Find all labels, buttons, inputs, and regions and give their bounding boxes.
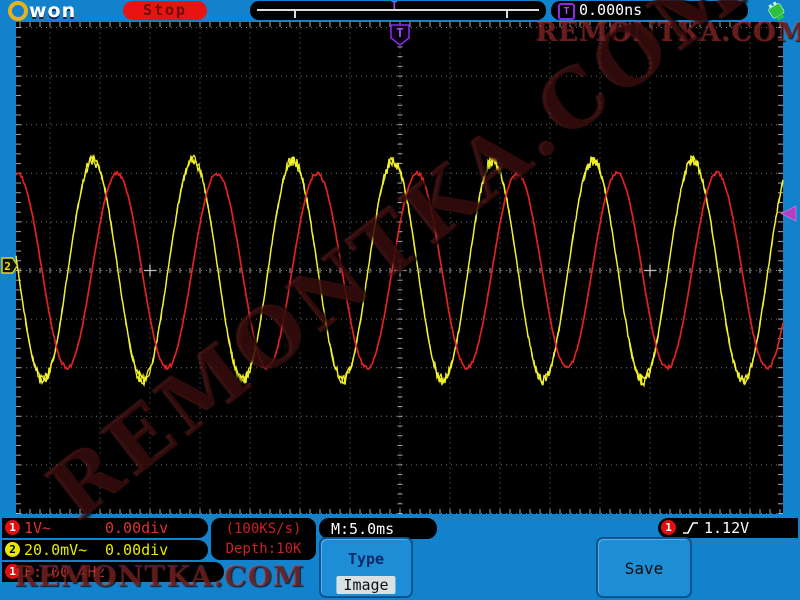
ch1-position: 0.00div <box>105 519 169 537</box>
frequency-value: F:100.4Hz <box>24 563 106 581</box>
ruler-trigger-marker: T <box>391 0 398 12</box>
top-status-bar: won Stop T T 0.000ns <box>0 0 800 22</box>
ch2-scale: 20.0mV~ <box>24 541 88 559</box>
freq-source-badge: 1 <box>5 564 20 579</box>
svg-text:2: 2 <box>4 260 11 273</box>
trigger-source-badge: 1 <box>661 520 676 535</box>
acquisition-status-stop[interactable]: Stop <box>123 1 207 20</box>
save-button[interactable]: Save <box>597 538 691 597</box>
trigger-time-value: 0.000ns <box>579 1 643 19</box>
trigger-icon: T <box>558 3 575 20</box>
frequency-readout: 1 F:100.4Hz <box>2 562 224 582</box>
sampling-readout: (100KS/s) Depth:10K <box>211 518 316 560</box>
rising-edge-icon <box>683 522 698 534</box>
ch2-badge: 2 <box>5 542 20 557</box>
type-menu-button[interactable]: Type Image <box>320 538 412 597</box>
ch2-position: 0.00div <box>105 541 169 559</box>
trigger-position-ruler: T <box>250 0 546 20</box>
save-label: Save <box>624 559 664 578</box>
trigger-level-arrow[interactable] <box>780 205 797 222</box>
ruler-right-bracket <box>506 9 508 18</box>
type-value-image[interactable]: Image <box>336 576 396 594</box>
timebase-value: M:5.0ms <box>331 520 395 538</box>
oscilloscope-screen: T2 won Stop T T 0.000ns 1 1V~ 0.00div 2 … <box>0 0 800 600</box>
logo-text: won <box>29 0 77 22</box>
timebase-readout: M:5.0ms <box>319 518 437 539</box>
bottom-status-panel: 1 1V~ 0.00div 2 20.0mV~ 0.00div 1 F:100.… <box>0 514 800 600</box>
trigger-level-readout: 1 1.12V <box>658 518 798 538</box>
trigger-level-value: 1.12V <box>704 519 750 537</box>
sample-rate: (100KS/s) <box>225 521 302 537</box>
ch1-readout: 1 1V~ 0.00div <box>2 518 208 538</box>
usb-icon <box>768 1 785 21</box>
ruler-left-bracket <box>294 9 296 18</box>
svg-text:T: T <box>396 26 403 40</box>
ch2-position-flag[interactable]: 2 <box>1 257 19 274</box>
ch1-badge: 1 <box>5 520 20 535</box>
owon-logo: won <box>8 0 76 22</box>
logo-ring-icon <box>8 1 28 21</box>
memory-depth: Depth:10K <box>225 541 302 557</box>
waveform-display: T2 <box>1 22 797 514</box>
ch1-scale: 1V~ <box>24 519 52 537</box>
ch2-readout: 2 20.0mV~ 0.00div <box>2 540 208 560</box>
trigger-time-readout: T 0.000ns <box>551 1 748 20</box>
type-label: Type <box>347 550 385 568</box>
ruler-line <box>257 9 539 11</box>
